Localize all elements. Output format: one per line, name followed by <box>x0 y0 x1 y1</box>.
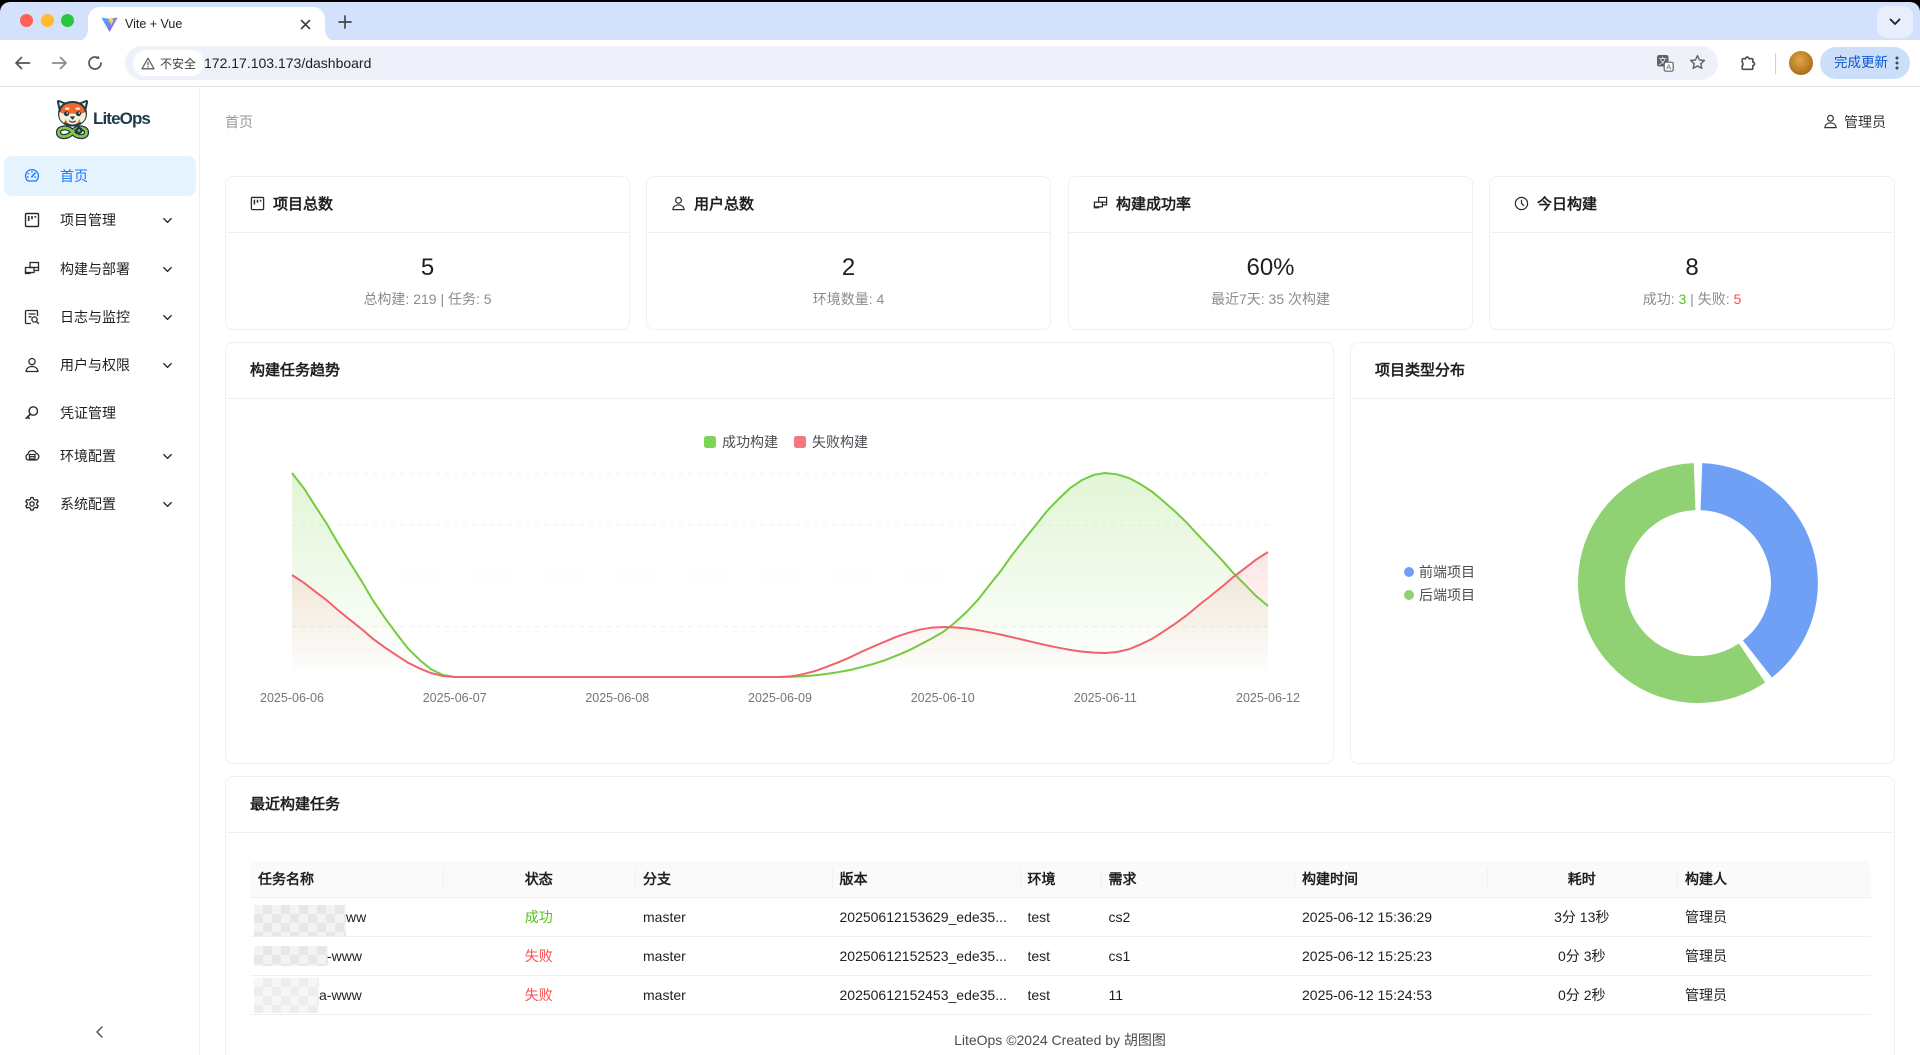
svg-text:2025-06-10: 2025-06-10 <box>911 691 975 705</box>
svg-text:成功构建: 成功构建 <box>722 434 778 450</box>
svg-text:2025-06-09: 2025-06-09 <box>748 691 812 705</box>
svg-text:前端项目: 前端项目 <box>1419 564 1475 580</box>
svg-text:2025-06-11: 2025-06-11 <box>1074 691 1137 705</box>
svg-text:后端项目: 后端项目 <box>1419 587 1475 603</box>
svg-text:2025-06-12: 2025-06-12 <box>1236 691 1300 705</box>
svg-text:2025-06-07: 2025-06-07 <box>423 691 487 705</box>
svg-text:2025-06-06: 2025-06-06 <box>260 691 324 705</box>
svg-text:A: A <box>1666 63 1671 72</box>
svg-text:2025-06-08: 2025-06-08 <box>585 691 649 705</box>
svg-text:失败构建: 失败构建 <box>812 434 868 450</box>
